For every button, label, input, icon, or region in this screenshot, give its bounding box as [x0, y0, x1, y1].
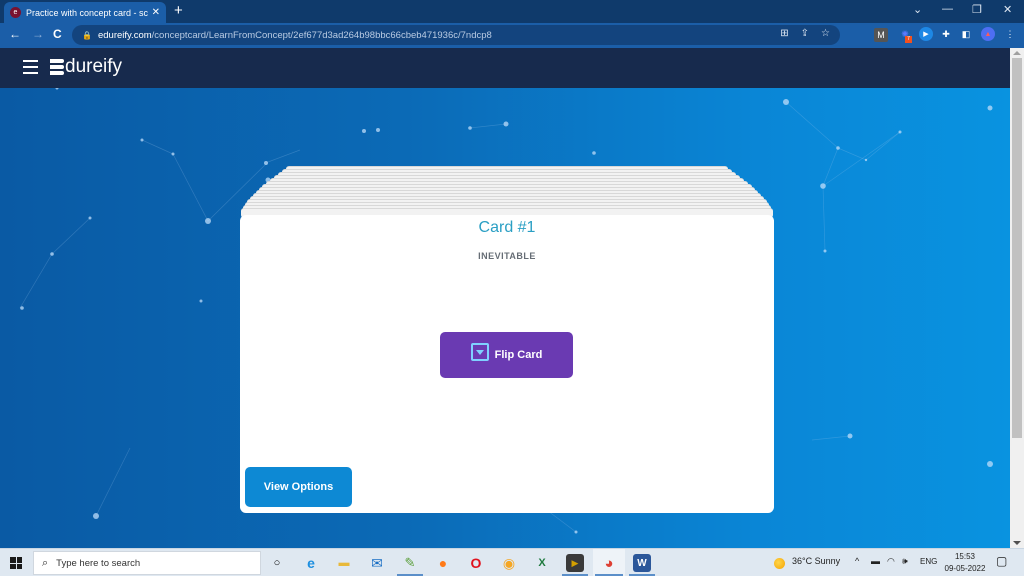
- search-icon: ⌕: [42, 556, 49, 569]
- lock-icon: 🔒: [82, 30, 92, 40]
- app-header: dureify: [0, 48, 1010, 88]
- url-path: /conceptcard/LearnFromConcept/2ef677d3ad…: [151, 29, 492, 41]
- excel-icon[interactable]: X: [533, 554, 551, 572]
- bookmark-star-icon[interactable]: ☆: [821, 28, 830, 39]
- firefox-icon[interactable]: ●: [434, 554, 452, 572]
- side-panel-icon[interactable]: ◧: [959, 27, 973, 41]
- clock-date: 09-05-2022: [944, 564, 986, 573]
- flip-card-label: Flip Card: [494, 349, 543, 361]
- windows-taskbar: ⌕ Type here to search ○ e ▬ ✉ ✎ ● O ◉ X …: [0, 548, 1024, 576]
- sun-weather-icon: [774, 558, 785, 569]
- notepad-plus-icon[interactable]: ✎: [401, 554, 419, 572]
- site-favicon-icon: e: [10, 7, 21, 18]
- mail-icon[interactable]: ✉: [368, 554, 386, 572]
- reload-button[interactable]: C: [53, 27, 62, 41]
- edureify-logo[interactable]: dureify: [50, 56, 122, 78]
- cortana-icon[interactable]: ○: [268, 554, 286, 572]
- edge-icon[interactable]: e: [302, 554, 320, 572]
- chrome-icon[interactable]: ◕: [600, 554, 618, 572]
- wifi-icon[interactable]: ◠: [887, 556, 895, 567]
- close-window-button[interactable]: ✕: [1003, 3, 1012, 16]
- logo-text: dureify: [65, 56, 123, 77]
- browser-menu-icon[interactable]: ⋮: [1003, 27, 1017, 41]
- battery-icon[interactable]: ▬: [871, 556, 880, 566]
- url-host: edureify.com: [97, 29, 152, 41]
- scroll-thumb[interactable]: [1012, 58, 1022, 438]
- profile-avatar-icon[interactable]: ▲: [981, 27, 995, 41]
- concept-card: Card #1 INEVITABLE Flip Card View Option…: [240, 215, 774, 513]
- m-extension-icon[interactable]: M: [874, 28, 888, 42]
- flip-card-button[interactable]: Flip Card: [440, 332, 573, 378]
- share-icon[interactable]: ⇪: [801, 28, 809, 39]
- scroll-up-arrow-icon[interactable]: [1013, 51, 1021, 55]
- language-indicator[interactable]: ENG: [920, 557, 937, 566]
- opera-icon[interactable]: O: [467, 554, 485, 572]
- view-options-button[interactable]: View Options: [245, 467, 352, 507]
- media-player-icon[interactable]: ▶: [566, 554, 584, 572]
- browser-app-icon[interactable]: ◉: [500, 554, 518, 572]
- card-word: INEVITABLE: [478, 251, 536, 261]
- browser-tab-strip: e Practice with concept card - sco ✕ + ⌄…: [0, 0, 1024, 23]
- restore-button[interactable]: ❐: [972, 3, 982, 16]
- notification-center-icon[interactable]: ▢: [996, 554, 1007, 568]
- scroll-down-arrow-icon[interactable]: [1013, 541, 1021, 545]
- weather-text[interactable]: 36°C Sunny: [792, 556, 840, 566]
- taskbar-search-box[interactable]: ⌕ Type here to search: [33, 551, 261, 575]
- tray-chevron-icon[interactable]: ^: [855, 556, 859, 566]
- file-explorer-icon[interactable]: ▬: [335, 554, 353, 572]
- search-placeholder: Type here to search: [56, 557, 141, 569]
- browser-tab[interactable]: e Practice with concept card - sco ✕: [4, 2, 166, 23]
- extension-badge: 7: [905, 36, 912, 43]
- play-extension-icon[interactable]: ▶: [919, 27, 933, 41]
- card-title: Card #1: [478, 219, 536, 236]
- back-button[interactable]: ←: [9, 27, 21, 41]
- tab-search-icon[interactable]: ⌄: [913, 3, 922, 16]
- clock-time: 15:53: [954, 552, 976, 561]
- volume-icon[interactable]: 🕪: [902, 556, 908, 567]
- hamburger-menu-icon[interactable]: [23, 60, 38, 74]
- logo-mark-icon: [50, 59, 64, 75]
- taskbar-clock[interactable]: 15:53 09-05-2022: [940, 551, 990, 575]
- flip-dropdown-icon: [470, 343, 489, 361]
- tab-close-icon[interactable]: ✕: [152, 7, 160, 18]
- word-icon[interactable]: W: [633, 554, 651, 572]
- address-bar[interactable]: 🔒 edureify.com /conceptcard/LearnFromCon…: [72, 25, 840, 45]
- page-scrollbar[interactable]: [1010, 48, 1024, 548]
- windows-start-icon[interactable]: [10, 557, 22, 569]
- minimize-button[interactable]: —: [942, 3, 953, 15]
- new-tab-button[interactable]: +: [174, 3, 183, 19]
- forward-button[interactable]: →: [32, 27, 44, 41]
- translate-icon[interactable]: ⊞: [780, 28, 788, 39]
- tab-title: Practice with concept card - sco: [26, 7, 148, 18]
- browser-toolbar: ← → C 🔒 edureify.com /conceptcard/LearnF…: [0, 23, 1024, 48]
- extensions-puzzle-icon[interactable]: ✚: [939, 27, 953, 41]
